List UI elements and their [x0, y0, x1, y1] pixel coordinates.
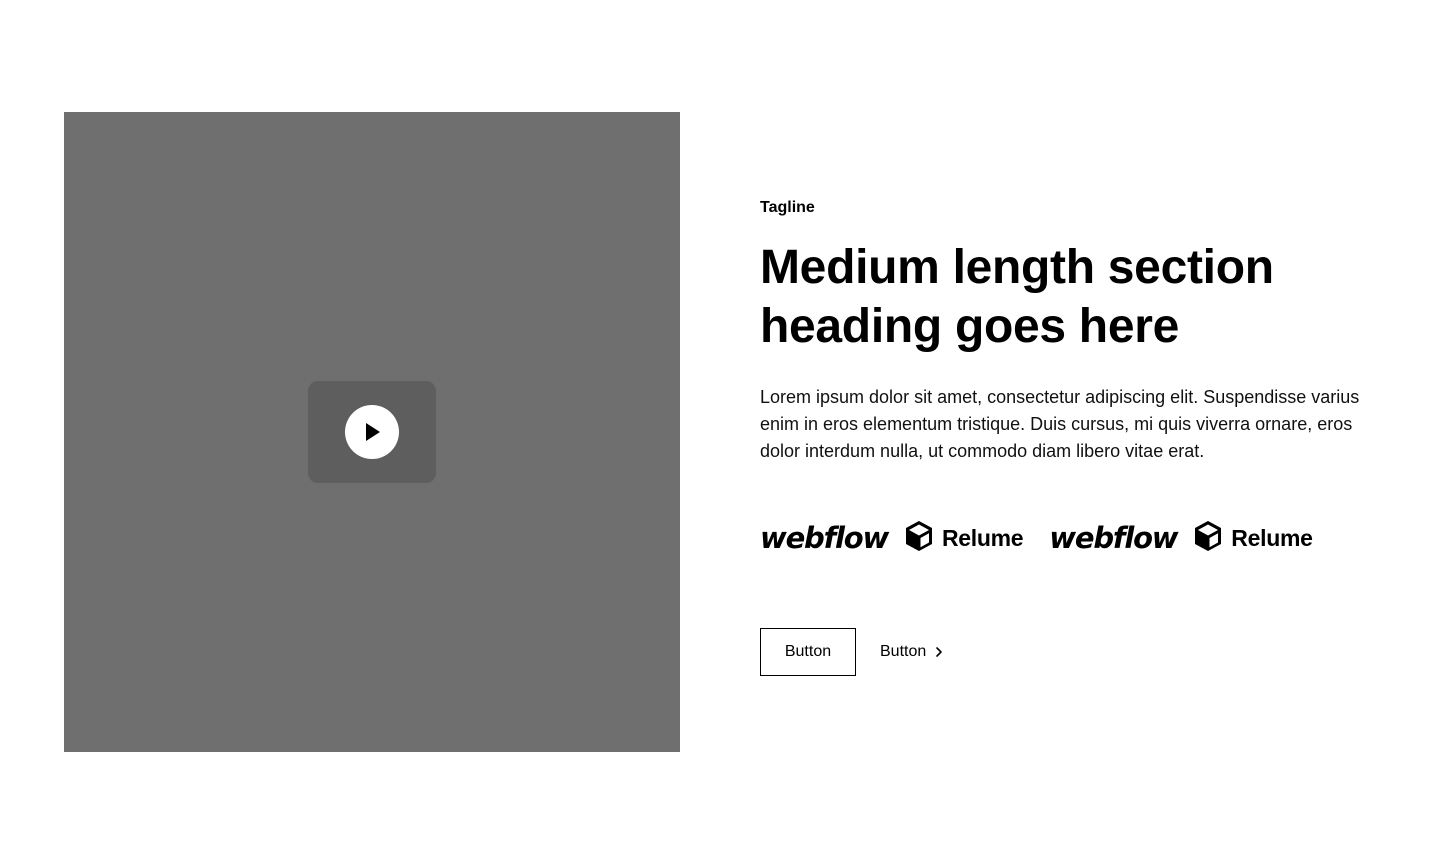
tagline: Tagline [760, 199, 815, 216]
cube-icon [1193, 520, 1223, 557]
primary-button[interactable]: Button [760, 628, 856, 676]
play-button[interactable] [308, 381, 436, 483]
webflow-logo-text: webflow [760, 521, 889, 555]
relume-logo-text: Relume [942, 524, 1024, 551]
button-group: Button Button [760, 628, 1376, 676]
play-icon [345, 405, 399, 459]
header-section: Tagline Medium length section heading go… [0, 0, 1440, 864]
primary-button-label: Button [784, 643, 832, 660]
webflow-logo-text: webflow [1049, 521, 1178, 555]
content-block: Tagline Medium length section heading go… [760, 196, 1376, 676]
relume-logo-text: Relume [1231, 524, 1313, 551]
logo-row: webflow Relume webflow Relume [760, 517, 1376, 559]
secondary-button-label: Button [880, 643, 927, 660]
relume-logo: Relume [904, 520, 1024, 557]
video-placeholder [64, 112, 680, 752]
relume-logo: Relume [1193, 520, 1313, 557]
secondary-link-button[interactable]: Button [880, 643, 944, 661]
section-description: Lorem ipsum dolor sit amet, consectetur … [760, 387, 1360, 461]
chevron-right-icon [934, 646, 944, 658]
cube-icon [904, 520, 934, 557]
section-heading: Medium length section heading goes here [760, 241, 1274, 353]
webflow-logo: webflow [1049, 521, 1178, 555]
webflow-logo: webflow [760, 521, 889, 555]
